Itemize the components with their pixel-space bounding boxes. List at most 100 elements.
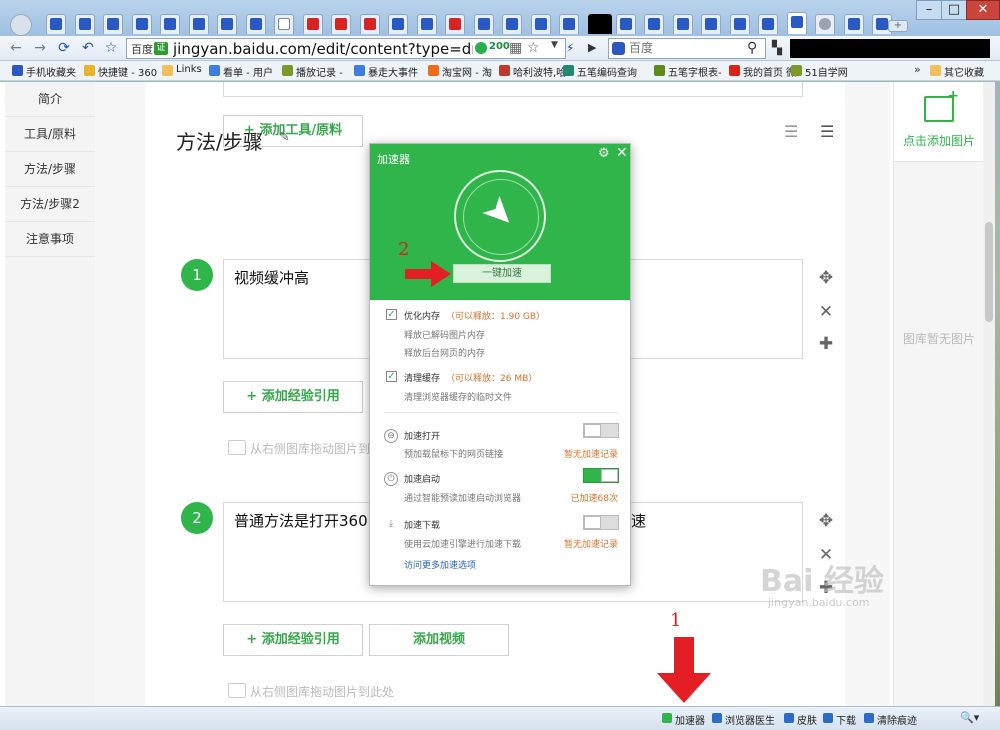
browser-tab[interactable] <box>729 14 750 34</box>
statusbar-item[interactable]: 皮肤 <box>784 712 817 727</box>
one-click-boost-button[interactable]: 一键加速 <box>453 264 551 283</box>
browser-tab[interactable] <box>530 14 551 34</box>
step-1-text[interactable]: 视频缓冲高 <box>234 267 309 288</box>
gallery-add-button[interactable]: 点击添加图片 <box>894 82 984 162</box>
bookmark-item[interactable]: 看单 - 用户 <box>209 64 273 79</box>
step-2-text-tail[interactable]: 速 <box>631 510 646 531</box>
browser-tab[interactable] <box>131 14 152 34</box>
bookmark-star-icon[interactable]: ☆ <box>527 40 540 56</box>
browser-tab[interactable] <box>701 14 721 34</box>
extensions-grid-icon[interactable]: ▚ <box>772 41 782 56</box>
browser-tab[interactable] <box>502 14 522 34</box>
home-star-icon[interactable]: ☆ <box>103 40 119 56</box>
user-avatar-icon[interactable] <box>10 14 32 36</box>
back-arrow-icon[interactable]: ← <box>8 40 24 56</box>
more-options-link[interactable]: 访问更多加速选项 <box>404 558 476 571</box>
play-icon[interactable]: ▶ <box>588 41 596 54</box>
move-icon[interactable]: ✥ <box>817 268 835 288</box>
bookmark-item[interactable]: 暴走大事件 <box>354 64 418 79</box>
browser-tab[interactable] <box>46 14 66 34</box>
maximize-button[interactable]: □ <box>941 0 967 20</box>
bookmark-item[interactable]: 快捷键 - 360 <box>84 64 157 79</box>
add-video-button[interactable]: 添加视频 <box>369 624 509 656</box>
search-icon[interactable]: ⚲ <box>747 40 757 56</box>
browser-tab[interactable] <box>786 12 807 34</box>
browser-tab[interactable] <box>615 14 636 34</box>
tool-material-editbox[interactable] <box>223 82 803 97</box>
undo-icon[interactable]: ↶ <box>80 40 96 56</box>
outline-nav-item[interactable]: 方法/步骤 <box>5 152 95 187</box>
zoom-icon[interactable]: 🔍▾ <box>960 711 979 724</box>
refresh-icon[interactable]: ⟳ <box>56 40 72 56</box>
speed-badge[interactable]: 200 <box>473 41 513 56</box>
gear-icon[interactable]: ⚙ <box>598 146 610 161</box>
bookmark-item[interactable]: 播放记录 - <box>282 64 343 79</box>
statusbar-item[interactable]: 浏览器医生 <box>712 712 775 727</box>
memory-checkbox[interactable]: ✓ <box>386 309 397 320</box>
browser-tab[interactable] <box>188 14 209 34</box>
minimize-button[interactable]: – <box>916 0 942 20</box>
add-experience-button-1[interactable]: + 添加经验引用 <box>223 381 363 413</box>
scrollbar-thumb[interactable] <box>985 222 993 322</box>
browser-tab[interactable] <box>559 14 579 34</box>
chevron-down-icon[interactable]: ▼ <box>551 40 558 50</box>
pencil-edit-icon[interactable]: ✎ <box>279 130 290 145</box>
bookmarks-overflow-button[interactable]: » <box>914 63 921 76</box>
browser-tab[interactable] <box>672 14 693 34</box>
address-bar[interactable]: 百度 证 jingyan.baidu.com/edit/content?type… <box>126 38 566 59</box>
browser-tab[interactable] <box>843 14 864 34</box>
new-tab-button[interactable]: + <box>888 20 908 32</box>
browser-tab[interactable] <box>245 14 266 34</box>
browser-tab[interactable] <box>644 14 664 34</box>
browser-tab[interactable] <box>74 14 95 34</box>
browser-tab[interactable] <box>302 14 323 34</box>
browser-tab[interactable] <box>445 14 465 34</box>
bookmark-item[interactable]: Links <box>162 64 202 76</box>
secure-badge-icon[interactable]: 证 <box>154 42 168 55</box>
browser-tab[interactable] <box>359 14 380 34</box>
bookmark-item[interactable]: 哈利波特,哈 <box>499 64 566 79</box>
browser-tab[interactable] <box>815 14 835 34</box>
step-2-text[interactable]: 普通方法是打开360 <box>234 510 368 531</box>
move-icon[interactable]: ✥ <box>817 511 835 531</box>
feature-3-toggle[interactable] <box>583 515 619 530</box>
bookmark-item[interactable]: 淘宝网 - 淘 <box>428 64 492 79</box>
cache-checkbox[interactable]: ✓ <box>386 371 397 382</box>
close-icon[interactable]: ✕ <box>616 145 628 161</box>
bookmark-item[interactable]: 手机收藏夹 <box>12 64 76 79</box>
browser-tab[interactable] <box>473 14 494 34</box>
statusbar-item[interactable]: 下载 <box>823 712 856 727</box>
browser-tab[interactable] <box>587 14 612 34</box>
bookmark-item[interactable]: 五笔字根表- <box>654 64 722 79</box>
lightning-icon[interactable]: ⚡ <box>566 41 580 55</box>
feature-1-toggle[interactable] <box>583 423 619 438</box>
list-view-icon[interactable]: ☰ <box>784 122 798 141</box>
browser-tab[interactable] <box>217 14 237 34</box>
bookmark-item[interactable]: 五笔编码查询 <box>563 64 637 79</box>
add-icon[interactable]: ✚ <box>817 334 835 354</box>
page-scrollbar[interactable] <box>983 82 995 706</box>
delete-icon[interactable]: ✕ <box>817 302 835 322</box>
statusbar-item[interactable]: 加速器 <box>662 712 705 727</box>
outline-nav-item[interactable]: 工具/原料 <box>5 117 95 152</box>
baidu-paw-icon[interactable] <box>612 42 625 55</box>
outline-nav-item[interactable]: 注意事项 <box>5 222 95 257</box>
browser-tab[interactable] <box>388 14 408 34</box>
browser-tab[interactable] <box>160 14 180 34</box>
search-box[interactable]: ⚲ <box>608 38 766 59</box>
browser-tab[interactable] <box>274 14 294 34</box>
qr-code-icon[interactable]: ▦ <box>509 40 522 56</box>
browser-tab[interactable] <box>103 14 123 34</box>
browser-tab[interactable] <box>758 14 778 34</box>
bookmark-item[interactable]: 我的首页 微 <box>729 64 796 79</box>
browser-tab[interactable] <box>331 14 351 34</box>
bookmark-item[interactable]: 51自学网 <box>791 64 848 79</box>
browser-tab[interactable] <box>416 14 437 34</box>
outline-nav-item[interactable]: 简介 <box>5 82 95 117</box>
add-experience-button-2[interactable]: + 添加经验引用 <box>223 624 363 656</box>
statusbar-item[interactable]: 清除痕迹 <box>864 712 917 727</box>
bookmark-other-folder[interactable]: 其它收藏 <box>930 64 984 79</box>
ordered-list-icon[interactable]: ☰ <box>820 122 834 141</box>
outline-nav-item[interactable]: 方法/步骤2 <box>5 187 95 222</box>
feature-2-toggle[interactable] <box>583 468 619 483</box>
